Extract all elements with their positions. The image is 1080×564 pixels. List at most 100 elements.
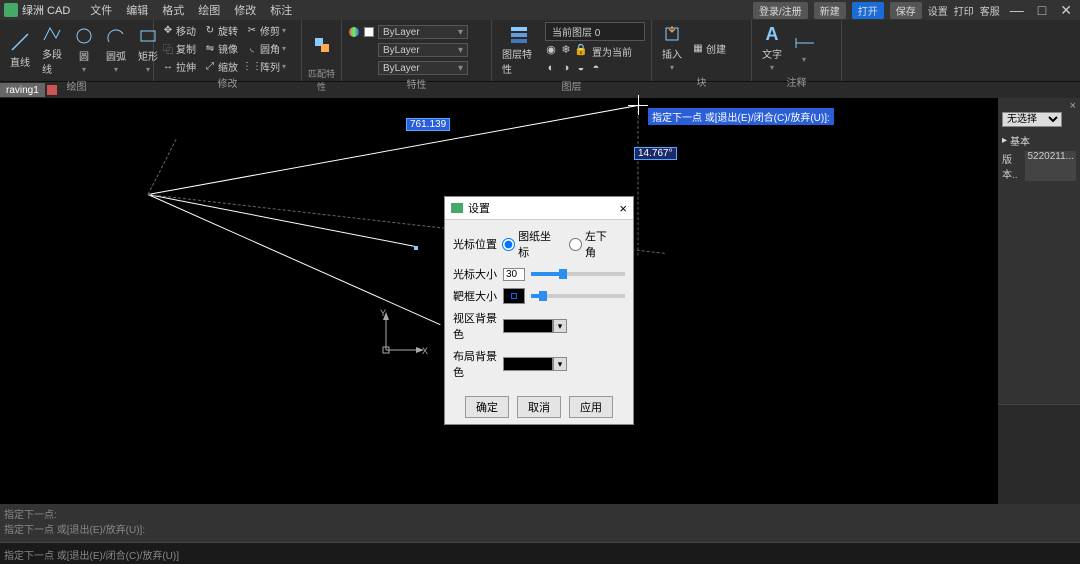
tool-fillet[interactable]: ◟圆角▾ bbox=[244, 40, 288, 57]
ok-button[interactable]: 确定 bbox=[465, 396, 509, 418]
layer-current[interactable]: 当前图层 0 bbox=[545, 22, 645, 41]
svg-text:X: X bbox=[422, 346, 428, 356]
color-select[interactable]: ByLayer bbox=[378, 25, 468, 39]
cancel-button[interactable]: 取消 bbox=[517, 396, 561, 418]
props-row-version: 版本.. 5220211... bbox=[998, 150, 1080, 182]
swatch-layout-bg[interactable] bbox=[503, 357, 553, 371]
dialog-close-icon[interactable]: × bbox=[619, 201, 627, 216]
menu-dim[interactable]: 标注 bbox=[270, 2, 292, 18]
ribbon-layer: 图层特性 当前图层 0 ◉ ❄ 🔒 置为当前 ◐ ◑ ◒ ◓ 图层 bbox=[492, 20, 652, 81]
selection-filter[interactable]: 无选择 bbox=[1002, 112, 1062, 127]
panel-close-icon[interactable]: × bbox=[1070, 100, 1076, 112]
menu-file[interactable]: 文件 bbox=[90, 2, 112, 18]
tool-scale[interactable]: ⤢缩放 bbox=[202, 58, 240, 75]
layer-setcurrent[interactable]: 置为当前 bbox=[590, 43, 634, 60]
tool-dim[interactable]: ▾ bbox=[790, 31, 818, 66]
menu-format[interactable]: 格式 bbox=[162, 2, 184, 18]
endpoint-marker bbox=[414, 246, 418, 250]
tool-match[interactable] bbox=[308, 33, 336, 57]
minimize-icon[interactable]: — bbox=[1006, 2, 1028, 18]
swatch-view-bg[interactable] bbox=[503, 319, 553, 333]
tool-array[interactable]: ⋮⋮阵列▾ bbox=[244, 58, 288, 75]
layer-i4-icon[interactable]: ◓ bbox=[590, 62, 602, 74]
ribbon-block: 插入▾ ▦创建 块 bbox=[652, 20, 752, 81]
settings-link[interactable]: 设置 bbox=[928, 3, 948, 18]
slider-cursor-size[interactable] bbox=[531, 272, 625, 276]
tool-insert[interactable]: 插入▾ bbox=[658, 22, 686, 74]
tool-rotate[interactable]: ↻旋转 bbox=[202, 22, 240, 39]
tool-trim[interactable]: ✂修剪▾ bbox=[244, 22, 288, 39]
ribbon-props: ByLayer ByLayer ByLayer 特性 bbox=[342, 20, 492, 81]
settings-dialog: 设置 × 光标位置 图纸坐标 左下角 光标大小 靶框大小 视区背景色 ▾ 布局背… bbox=[444, 196, 634, 425]
tool-create-block[interactable]: ▦创建 bbox=[690, 40, 728, 57]
save-button[interactable]: 保存 bbox=[890, 2, 922, 19]
menu-edit[interactable]: 编辑 bbox=[126, 2, 148, 18]
service-link[interactable]: 客服 bbox=[980, 3, 1000, 18]
command-history: 指定下一点: 指定下一点 或[退出(E)/放弃(U)]: bbox=[0, 504, 1080, 542]
label-cursor-pos: 光标位置 bbox=[453, 236, 502, 252]
layer-i3-icon[interactable]: ◒ bbox=[575, 62, 587, 74]
maximize-icon[interactable]: □ bbox=[1034, 2, 1050, 18]
dropdown-view-bg[interactable]: ▾ bbox=[553, 319, 567, 333]
tool-mirror[interactable]: ⇋镜像 bbox=[202, 40, 240, 57]
linetype-select[interactable]: ByLayer bbox=[378, 61, 468, 75]
layer-off-icon[interactable]: ◉ bbox=[545, 43, 557, 55]
label-view-bg: 视区背景色 bbox=[453, 310, 503, 342]
box-preview bbox=[503, 288, 525, 304]
ucs-icon: X Y bbox=[378, 308, 428, 358]
radio-paper[interactable]: 图纸坐标 bbox=[502, 228, 561, 260]
titlebar: 绿洲 CAD 文件 编辑 格式 绘图 修改 标注 登录/注册 新建 打开 保存 … bbox=[0, 0, 1080, 20]
tool-move[interactable]: ✥移动 bbox=[160, 22, 198, 39]
login-button[interactable]: 登录/注册 bbox=[753, 2, 808, 19]
ribbon: 直线 多段线 圆▾ 圆弧▾ 矩形▾ 绘图 ✥移动 ↻旋转 ✂修剪▾ ⿻复制 ⇋镜… bbox=[0, 20, 1080, 82]
tool-copy[interactable]: ⿻复制 bbox=[160, 40, 198, 57]
layer-i2-icon[interactable]: ◑ bbox=[560, 62, 572, 74]
dimension-angle: 14.767° bbox=[634, 147, 677, 160]
ribbon-modify-label: 修改 bbox=[160, 75, 295, 87]
app-title: 绿洲 CAD bbox=[22, 2, 70, 18]
label-cursor-size: 光标大小 bbox=[453, 266, 503, 282]
props-group-basic[interactable]: ▸基本 bbox=[998, 131, 1080, 150]
input-cursor-size[interactable] bbox=[503, 268, 525, 281]
ribbon-match: 匹配特性 bbox=[302, 20, 342, 81]
ribbon-text: A文字▾ ▾ 注释 bbox=[752, 20, 842, 81]
ribbon-draw: 直线 多段线 圆▾ 圆弧▾ 矩形▾ 绘图 bbox=[0, 20, 154, 81]
tool-circle[interactable]: 圆▾ bbox=[70, 24, 98, 76]
tab-close-icon[interactable] bbox=[47, 85, 57, 95]
linew-select[interactable]: ByLayer bbox=[378, 43, 468, 57]
tool-text[interactable]: A文字▾ bbox=[758, 22, 786, 74]
title-right: 登录/注册 新建 打开 保存 设置 打印 客服 — □ ✕ bbox=[753, 2, 1076, 19]
command-input[interactable]: 指定下一点 或[退出(E)/闭合(C)/放弃(U)] bbox=[0, 542, 1080, 564]
close-icon[interactable]: ✕ bbox=[1056, 2, 1076, 19]
label-layout-bg: 布局背景色 bbox=[453, 348, 503, 380]
layer-lock-icon[interactable]: 🔒 bbox=[575, 43, 587, 55]
menubar: 文件 编辑 格式 绘图 修改 标注 bbox=[90, 2, 292, 18]
properties-panel: × 无选择 ▸基本 版本.. 5220211... bbox=[998, 98, 1080, 504]
color-icon[interactable] bbox=[348, 26, 360, 38]
menu-modify[interactable]: 修改 bbox=[234, 2, 256, 18]
new-button[interactable]: 新建 bbox=[814, 2, 846, 19]
dialog-icon bbox=[451, 203, 463, 213]
print-link[interactable]: 打印 bbox=[954, 3, 974, 18]
radio-corner[interactable]: 左下角 bbox=[569, 228, 617, 260]
open-button[interactable]: 打开 bbox=[852, 2, 884, 19]
svg-text:Y: Y bbox=[380, 308, 386, 318]
tool-layerprops[interactable]: 图层特性 bbox=[498, 22, 539, 78]
tool-line[interactable]: 直线 bbox=[6, 30, 34, 71]
app-logo-icon bbox=[4, 3, 18, 17]
tool-polyline[interactable]: 多段线 bbox=[38, 22, 66, 78]
slider-box-size[interactable] bbox=[531, 294, 625, 298]
tool-arc[interactable]: 圆弧▾ bbox=[102, 24, 130, 76]
label-box-size: 靶框大小 bbox=[453, 288, 503, 304]
dropdown-layout-bg[interactable]: ▾ bbox=[553, 357, 567, 371]
apply-button[interactable]: 应用 bbox=[569, 396, 613, 418]
layer-i1-icon[interactable]: ◐ bbox=[545, 62, 557, 74]
dialog-titlebar[interactable]: 设置 × bbox=[445, 197, 633, 220]
menu-draw[interactable]: 绘图 bbox=[198, 2, 220, 18]
layer-freeze-icon[interactable]: ❄ bbox=[560, 43, 572, 55]
tab-drawing[interactable]: raving1 bbox=[0, 83, 45, 97]
ribbon-modify: ✥移动 ↻旋转 ✂修剪▾ ⿻复制 ⇋镜像 ◟圆角▾ ↔拉伸 ⤢缩放 ⋮⋮阵列▾ … bbox=[154, 20, 302, 81]
dialog-title: 设置 bbox=[468, 200, 490, 216]
dimension-length: 761.139 bbox=[406, 118, 450, 131]
tool-stretch[interactable]: ↔拉伸 bbox=[160, 58, 198, 75]
